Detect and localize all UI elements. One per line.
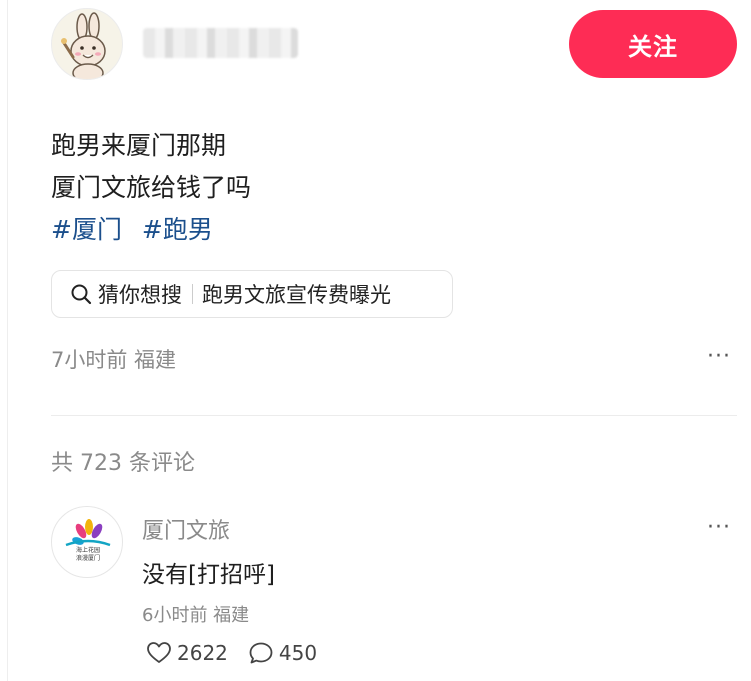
comment-avatar[interactable]: 海上花园 浪漫厦门 xyxy=(51,506,123,578)
search-icon xyxy=(71,284,92,305)
follow-button[interactable]: 关注 xyxy=(569,10,737,78)
left-border xyxy=(7,0,8,681)
xiamen-tourism-logo-icon: 海上花园 浪漫厦门 xyxy=(65,519,111,562)
comment-meta: 6小时前 福建 xyxy=(142,605,250,626)
suggestion-label: 猜你想搜 xyxy=(98,283,182,307)
username-blurred xyxy=(143,28,298,58)
comment-more-icon[interactable]: ··· xyxy=(707,517,731,539)
comment-author[interactable]: 厦门文旅 xyxy=(142,513,230,545)
post-more-icon[interactable]: ··· xyxy=(707,346,731,368)
heart-icon xyxy=(147,642,171,663)
post-meta: 7小时前 福建 xyxy=(51,348,177,372)
avatar[interactable] xyxy=(51,8,123,80)
like-count: 2622 xyxy=(177,641,228,665)
search-suggestion[interactable]: 猜你想搜 跑男文旅宣传费曝光 xyxy=(51,270,453,318)
reply-button[interactable]: 450 xyxy=(248,641,317,665)
hashtag-xiamen[interactable]: #厦门 xyxy=(51,215,122,244)
hashtag-list: #厦门 #跑男 xyxy=(51,210,225,246)
divider xyxy=(51,415,737,416)
rabbit-avatar-icon xyxy=(61,12,106,79)
svg-text:海上花园: 海上花园 xyxy=(76,546,100,554)
suggestion-query: 跑男文旅宣传费曝光 xyxy=(202,283,391,307)
like-button[interactable]: 2622 xyxy=(146,641,228,665)
post-text-line-1: 跑男来厦门那期 xyxy=(51,131,227,160)
post-text-line-2: 厦门文旅给钱了吗 xyxy=(51,173,252,202)
comment-icon xyxy=(249,642,273,664)
comment-count: 共 723 条评论 xyxy=(51,451,195,476)
reply-count: 450 xyxy=(278,641,318,665)
svg-text:浪漫厦门: 浪漫厦门 xyxy=(76,554,100,562)
comment-text: 没有[打招呼] xyxy=(142,562,275,588)
comment-actions: 2622 450 xyxy=(146,641,337,665)
suggestion-separator xyxy=(192,284,193,304)
hashtag-paonan[interactable]: #跑男 xyxy=(142,215,213,244)
